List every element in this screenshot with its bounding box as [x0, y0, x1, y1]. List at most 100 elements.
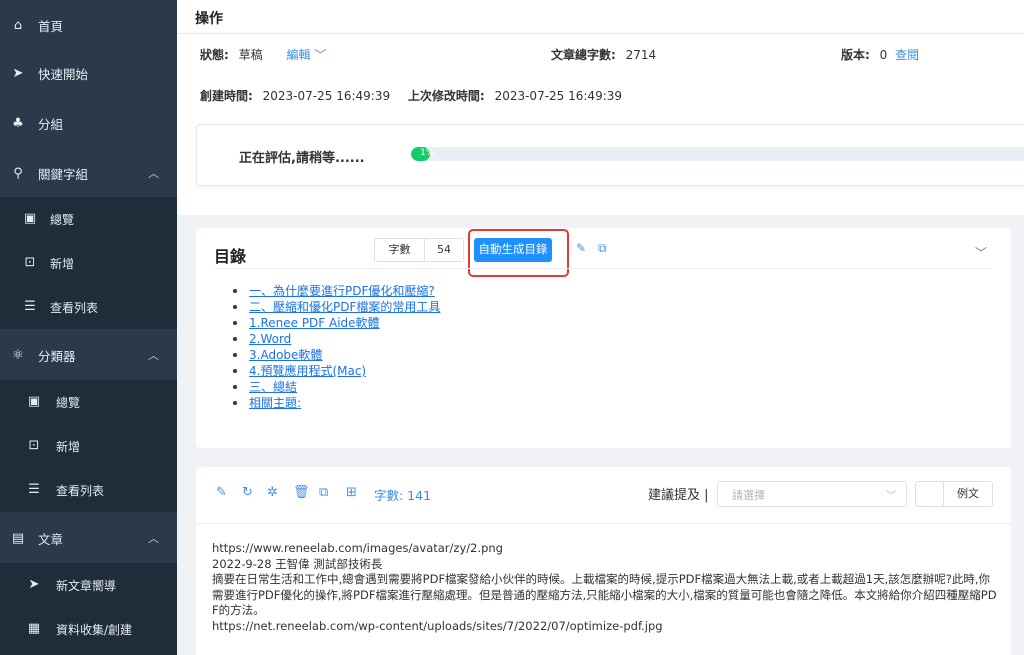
sidebar-subitem-classifier-overview[interactable]: ▣ 總覽	[0, 380, 177, 424]
editor-line: https://net.reneelab.com/wp-content/uplo…	[212, 618, 663, 633]
auto-generate-toc-button[interactable]: 自動生成目錄	[474, 238, 552, 262]
sidebar-item-label: 快速開始	[38, 66, 89, 82]
list-item[interactable]: 一、為什麼要進行PDF優化和壓縮?	[233, 283, 440, 299]
sidebar-subitem-keyword-list[interactable]: ☰ 查看列表	[0, 285, 177, 329]
list-item[interactable]: 2.Word	[233, 331, 440, 347]
created-value: 2023-07-25 16:49:39	[262, 89, 391, 103]
toc-link[interactable]: 二、壓縮和優化PDF檔案的常用工具	[249, 300, 440, 314]
sidebar-subitem-new-article-wizard[interactable]: ➤ 新文章嚮導	[0, 563, 177, 607]
overview-icon: ▣	[27, 394, 41, 409]
editor-line: https://www.reneelab.com/images/avatar/z…	[212, 541, 503, 555]
page-title: 操作	[195, 11, 223, 27]
edit-dropdown[interactable]: 編輯 ﹀	[286, 48, 326, 62]
toc-link[interactable]: 三、總結	[249, 380, 297, 394]
sidebar-item-groups[interactable]: ♣ 分組	[0, 98, 177, 148]
modified-label: 上次修改時間:	[407, 89, 485, 103]
chevron-up-icon: ︿	[148, 167, 159, 180]
list-icon: ☰	[24, 299, 36, 314]
divider	[214, 268, 992, 269]
example-button-label: 例文	[957, 487, 979, 500]
sidebar-subitem-data-collection[interactable]: ▦ 資料收集/創建	[0, 607, 177, 655]
progress-text: 1%	[420, 148, 435, 158]
sidebar-item-quick-start[interactable]: ➤ 快速開始	[0, 48, 177, 98]
sidebar-subitem-label: 總覽	[56, 396, 81, 410]
home-icon: ⌂	[13, 17, 23, 33]
chevron-down-icon: ﹀	[314, 48, 327, 62]
suggest-mention-label: 建議提及 |	[648, 488, 709, 503]
toc-wordcount-key: 字數	[375, 239, 425, 261]
operation-panel: 操作 狀態: 草稿 編輯 ﹀ 文章總字數: 2714 版本: 0 查閱 創建時間…	[177, 0, 1024, 215]
toc-link[interactable]: 2.Word	[249, 332, 291, 346]
evaluation-progress-bar: 1%	[411, 147, 1024, 161]
toc-wordcount: 字數 54	[374, 238, 464, 262]
sparkle-icon[interactable]: ✲	[267, 485, 278, 500]
list-item[interactable]: 二、壓縮和優化PDF檔案的常用工具	[233, 299, 440, 315]
sidebar-item-label: 文章	[38, 531, 64, 547]
send-icon: ➤	[12, 65, 24, 81]
editor-wordcount: 字數: 141	[374, 488, 432, 503]
toc-link[interactable]: 相關主題:	[249, 396, 301, 410]
category-icon: ⚛	[12, 347, 24, 363]
delete-icon[interactable]: 🗑	[293, 485, 310, 500]
toc-link[interactable]: 4.預覽應用程式(Mac)	[249, 364, 366, 378]
list-item[interactable]: 三、總結	[233, 379, 440, 395]
send-icon: ➤	[28, 577, 40, 592]
toc-link[interactable]: 1.Renee PDF Aide軟體	[249, 316, 380, 330]
copy-icon[interactable]: ⧉	[319, 485, 328, 500]
select-placeholder: 請選擇	[732, 489, 765, 502]
chevron-down-icon[interactable]: ﹀	[975, 244, 987, 261]
sidebar-subitem-label: 查看列表	[56, 484, 105, 498]
edit-icon[interactable]: ✎	[576, 241, 586, 255]
edit-icon[interactable]: ✎	[216, 485, 227, 500]
sidebar-item-home[interactable]: ⌂ 首頁	[0, 0, 177, 50]
list-item[interactable]: 4.預覽應用程式(Mac)	[233, 363, 440, 379]
search-icon: ⚲	[13, 165, 23, 181]
document-icon: ▤	[11, 530, 25, 546]
sidebar-subitem-label: 新增	[50, 257, 75, 271]
version-label: 版本:	[841, 48, 870, 62]
editor-text-area[interactable]: https://www.reneelab.com/images/avatar/z…	[212, 541, 997, 634]
group-icon: ♣	[12, 115, 24, 131]
example-button[interactable]: 例文	[915, 481, 993, 507]
main-content: 操作 狀態: 草稿 編輯 ﹀ 文章總字數: 2714 版本: 0 查閱 創建時間…	[177, 0, 1024, 655]
sidebar-subitem-keyword-overview[interactable]: ▣ 總覽	[0, 197, 177, 241]
sidebar-item-articles[interactable]: ▤ 文章 ︿	[0, 513, 177, 563]
add-icon: ⊡	[28, 438, 40, 453]
sidebar-subitem-label: 查看列表	[50, 301, 99, 315]
sidebar-item-label: 關鍵字組	[38, 166, 89, 182]
suggest-mention-select[interactable]: 請選擇 ﹀	[717, 481, 907, 507]
divider	[177, 33, 1024, 34]
toc-list: 一、為什麼要進行PDF優化和壓縮? 二、壓縮和優化PDF檔案的常用工具 1.Re…	[233, 283, 440, 411]
sidebar-subitem-label: 新文章嚮導	[56, 579, 117, 593]
view-link[interactable]: 查閱	[895, 48, 919, 62]
evaluation-card: 正在評估,請稍等...... 1%	[196, 124, 1024, 186]
edit-label: 編輯	[286, 48, 311, 62]
toc-title: 目錄	[214, 247, 247, 266]
list-item[interactable]: 1.Renee PDF Aide軟體	[233, 315, 440, 331]
status-value: 草稿	[238, 48, 263, 62]
sidebar-subitem-classifier-add[interactable]: ⊡ 新增	[0, 424, 177, 468]
sidebar-subitem-classifier-list[interactable]: ☰ 查看列表	[0, 468, 177, 512]
sidebar-subitem-keyword-add[interactable]: ⊡ 新增	[0, 241, 177, 285]
wordcount-row: 文章總字數: 2714	[551, 46, 656, 63]
list-item[interactable]: 3.Adobe軟體	[233, 347, 440, 363]
version-row: 版本: 0 查閱	[841, 46, 919, 63]
toc-link[interactable]: 3.Adobe軟體	[249, 348, 322, 362]
sidebar-item-classifier[interactable]: ⚛ 分類器 ︿	[0, 330, 177, 380]
editor-line: 摘要在日常生活和工作中,總會遇到需要將PDF檔案發給小伙伴的時候。上載檔案的時候…	[212, 572, 997, 617]
chevron-down-icon: ﹀	[886, 491, 896, 502]
add-icon[interactable]: ⊞	[346, 485, 357, 500]
sidebar-item-label: 分類器	[38, 348, 76, 364]
refresh-icon[interactable]: ↻	[242, 485, 253, 500]
divider	[196, 523, 1011, 524]
sidebar-item-label: 首頁	[38, 18, 64, 34]
sidebar-item-label: 分組	[38, 116, 64, 132]
list-item[interactable]: 相關主題:	[233, 395, 440, 411]
copy-icon[interactable]: ⧉	[598, 241, 607, 256]
version-value: 0	[879, 48, 888, 62]
editor-line: 2022-9-28 王智偉 測試部技術長	[212, 556, 383, 571]
wordcount-label: 文章總字數:	[551, 48, 616, 62]
sidebar-item-keyword-groups[interactable]: ⚲ 關鍵字組 ︿	[0, 148, 177, 198]
toc-link[interactable]: 一、為什麼要進行PDF優化和壓縮?	[249, 284, 435, 298]
sidebar-subitem-label: 新增	[56, 440, 81, 454]
